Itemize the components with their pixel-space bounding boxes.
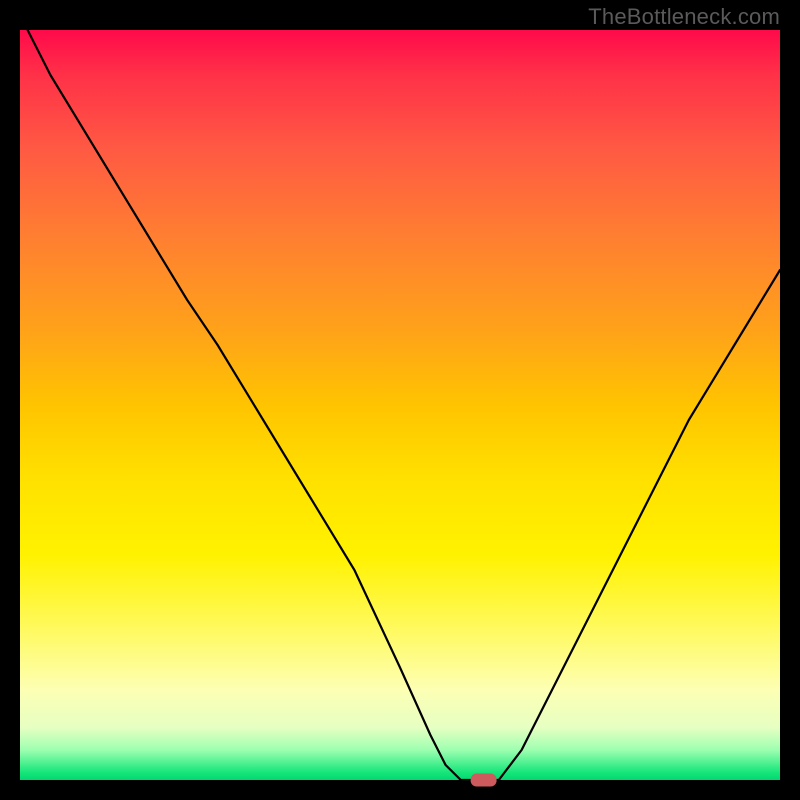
bottleneck-curve xyxy=(28,30,780,780)
optimum-marker xyxy=(471,774,497,787)
plot-area xyxy=(20,30,780,780)
watermark-text: TheBottleneck.com xyxy=(588,4,780,30)
chart-frame: TheBottleneck.com xyxy=(0,0,800,800)
chart-svg xyxy=(20,30,780,780)
